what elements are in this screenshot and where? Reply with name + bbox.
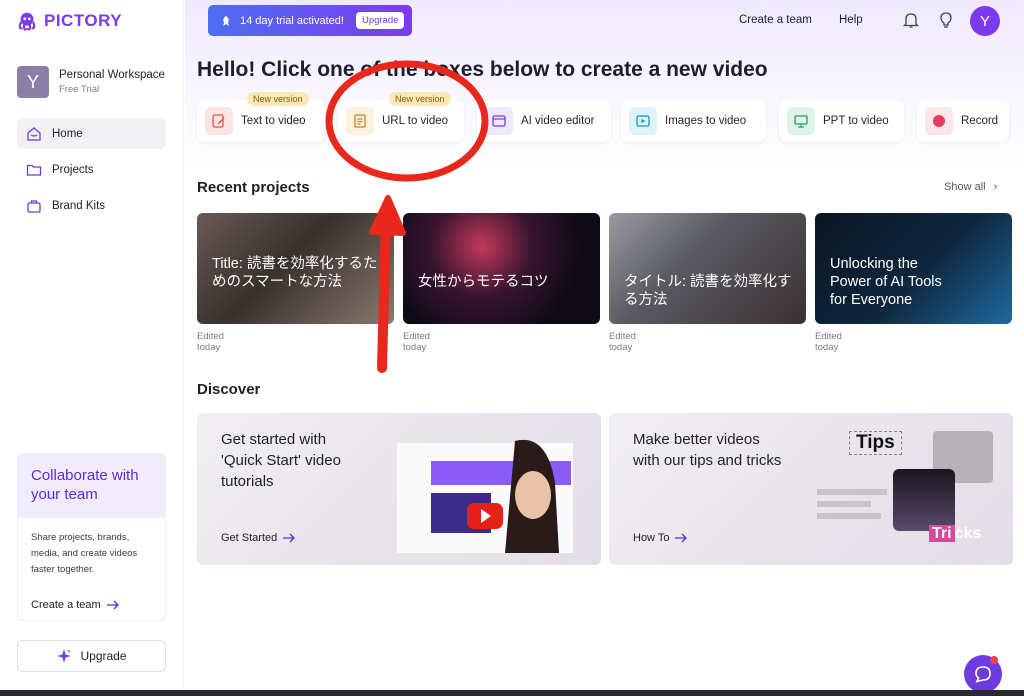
create-team-link[interactable]: Create a team	[31, 599, 120, 611]
tricks-art-label-rest: cks	[954, 525, 982, 542]
recent-projects-title: Recent projects	[197, 179, 310, 196]
rocket-icon	[223, 15, 229, 26]
tricks-art-label-highlight: Tri	[929, 525, 955, 542]
folder-icon	[26, 162, 42, 178]
sidebar-item-home[interactable]: Home	[17, 118, 166, 149]
tile-label: AI video editor	[521, 115, 595, 127]
show-all-label: Show all	[944, 181, 986, 193]
upgrade-button[interactable]: Upgrade	[17, 640, 166, 672]
tile-label: Text to video	[241, 115, 306, 127]
tips-art-line	[817, 501, 871, 507]
tips-art-portrait	[893, 469, 955, 531]
octopus-logo-icon	[18, 12, 36, 31]
workspace-avatar: Y	[17, 66, 49, 98]
collaborate-description: Share projects, brands, media, and creat…	[31, 532, 138, 575]
ai-editor-icon	[485, 107, 513, 135]
how-to-link[interactable]: How To	[633, 532, 688, 544]
main-content: 14 day trial activated! Upgrade Create a…	[185, 0, 1024, 696]
tips-art-line	[817, 489, 887, 495]
show-all-link[interactable]: Show all ›	[944, 181, 997, 193]
collaborate-title: Collaborate with your team	[18, 454, 165, 518]
images-to-video-icon	[629, 107, 657, 135]
sidebar: PICTORY Y Personal Workspace Free Trial …	[0, 0, 184, 696]
upgrade-label: Upgrade	[80, 649, 127, 663]
brand-name: PICTORY	[44, 11, 123, 30]
home-icon	[26, 126, 42, 142]
create-team-button[interactable]: Create a team	[739, 14, 812, 26]
tile-ai-video-editor[interactable]: AI video editor	[477, 100, 611, 142]
project-card[interactable]: 女性からモテるコツ	[403, 213, 600, 324]
tips-art-line	[817, 513, 881, 519]
sidebar-item-label: Home	[52, 127, 83, 140]
tile-label: PPT to video	[823, 115, 889, 127]
tile-ppt-to-video[interactable]: PPT to video	[779, 100, 904, 142]
tile-text-to-video[interactable]: New version Text to video	[197, 92, 325, 142]
help-link[interactable]: Help	[839, 14, 863, 26]
user-avatar[interactable]: Y	[970, 6, 1000, 36]
project-card[interactable]: Title: 読書を効率化するためのスマートな方法	[197, 213, 394, 324]
project-edited: Edited today	[197, 331, 224, 353]
url-to-video-icon	[346, 107, 374, 135]
trial-banner: 14 day trial activated! Upgrade	[208, 5, 412, 36]
project-card[interactable]: Unlocking the Power of AI Tools for Ever…	[815, 213, 1012, 324]
project-card[interactable]: タイトル: 読書を効率化する方法	[609, 213, 806, 324]
trial-upgrade-button[interactable]: Upgrade	[355, 12, 405, 29]
discover-card-quick-start[interactable]: Get started with 'Quick Start' video tut…	[197, 413, 601, 565]
project-title: Unlocking the Power of AI Tools for Ever…	[830, 256, 942, 308]
sidebar-nav: Home Projects Brand Kits	[17, 118, 166, 226]
tile-images-to-video[interactable]: Images to video	[621, 100, 766, 142]
page-title: Hello! Click one of the boxes below to c…	[197, 58, 768, 81]
lightbulb-icon[interactable]	[937, 11, 955, 29]
brand-kit-icon	[26, 198, 42, 214]
tile-record[interactable]: Record	[917, 100, 1009, 142]
chat-icon	[975, 666, 991, 683]
tile-label: Record	[961, 115, 999, 127]
bell-icon[interactable]	[902, 11, 920, 29]
workspace-switcher[interactable]: Y Personal Workspace Free Trial	[17, 66, 165, 98]
sidebar-item-label: Brand Kits	[52, 199, 106, 212]
sparkle-icon	[57, 649, 72, 663]
workspace-plan: Free Trial	[59, 84, 100, 95]
discover-card-title: Get started with 'Quick Start' video tut…	[221, 431, 341, 490]
arrow-right-icon	[675, 533, 688, 543]
discover-title: Discover	[197, 381, 261, 398]
arrow-right-icon	[106, 600, 119, 610]
tips-art-label: Tips	[849, 431, 902, 455]
get-started-label: Get Started	[221, 532, 278, 544]
record-icon	[925, 107, 953, 135]
sidebar-item-brand-kits[interactable]: Brand Kits	[17, 190, 166, 221]
create-team-label: Create a team	[31, 599, 101, 611]
project-edited: Edited today	[815, 331, 842, 353]
project-edited: Edited today	[403, 331, 430, 353]
ppt-to-video-icon	[787, 107, 815, 135]
sidebar-item-label: Projects	[52, 163, 94, 176]
project-title: タイトル: 読書を効率化する方法	[624, 274, 792, 308]
tile-label: Images to video	[665, 115, 747, 127]
how-to-label: How To	[633, 532, 670, 544]
discover-card-tips[interactable]: Make better videos with our tips and tri…	[609, 413, 1013, 565]
notification-dot	[990, 656, 998, 664]
tricks-art-label: Tri cks	[929, 525, 981, 543]
text-to-video-icon	[205, 107, 233, 135]
trial-text: 14 day trial activated!	[240, 14, 344, 27]
collaborate-card: Collaborate with your team Share project…	[17, 453, 166, 621]
bottom-bar	[0, 690, 1024, 696]
quick-start-thumbnail	[397, 439, 573, 553]
project-title: Title: 読書を効率化するためのスマートな方法	[212, 256, 378, 290]
project-title: 女性からモテるコツ	[418, 274, 549, 290]
get-started-link[interactable]: Get Started	[221, 532, 296, 544]
sidebar-item-projects[interactable]: Projects	[17, 154, 166, 185]
logo[interactable]: PICTORY	[16, 10, 122, 32]
tile-url-to-video[interactable]: New version URL to video	[338, 92, 464, 142]
arrow-right-icon	[283, 533, 296, 543]
new-version-badge: New version	[389, 92, 451, 106]
project-edited: Edited today	[609, 331, 636, 353]
new-version-badge: New version	[247, 92, 309, 106]
discover-card-title: Make better videos with our tips and tri…	[633, 431, 782, 469]
tips-artwork: Tips Tri cks	[817, 429, 1007, 559]
chevron-right-icon: ›	[993, 181, 998, 193]
tile-label: URL to video	[382, 115, 449, 127]
workspace-name: Personal Workspace	[59, 69, 165, 81]
